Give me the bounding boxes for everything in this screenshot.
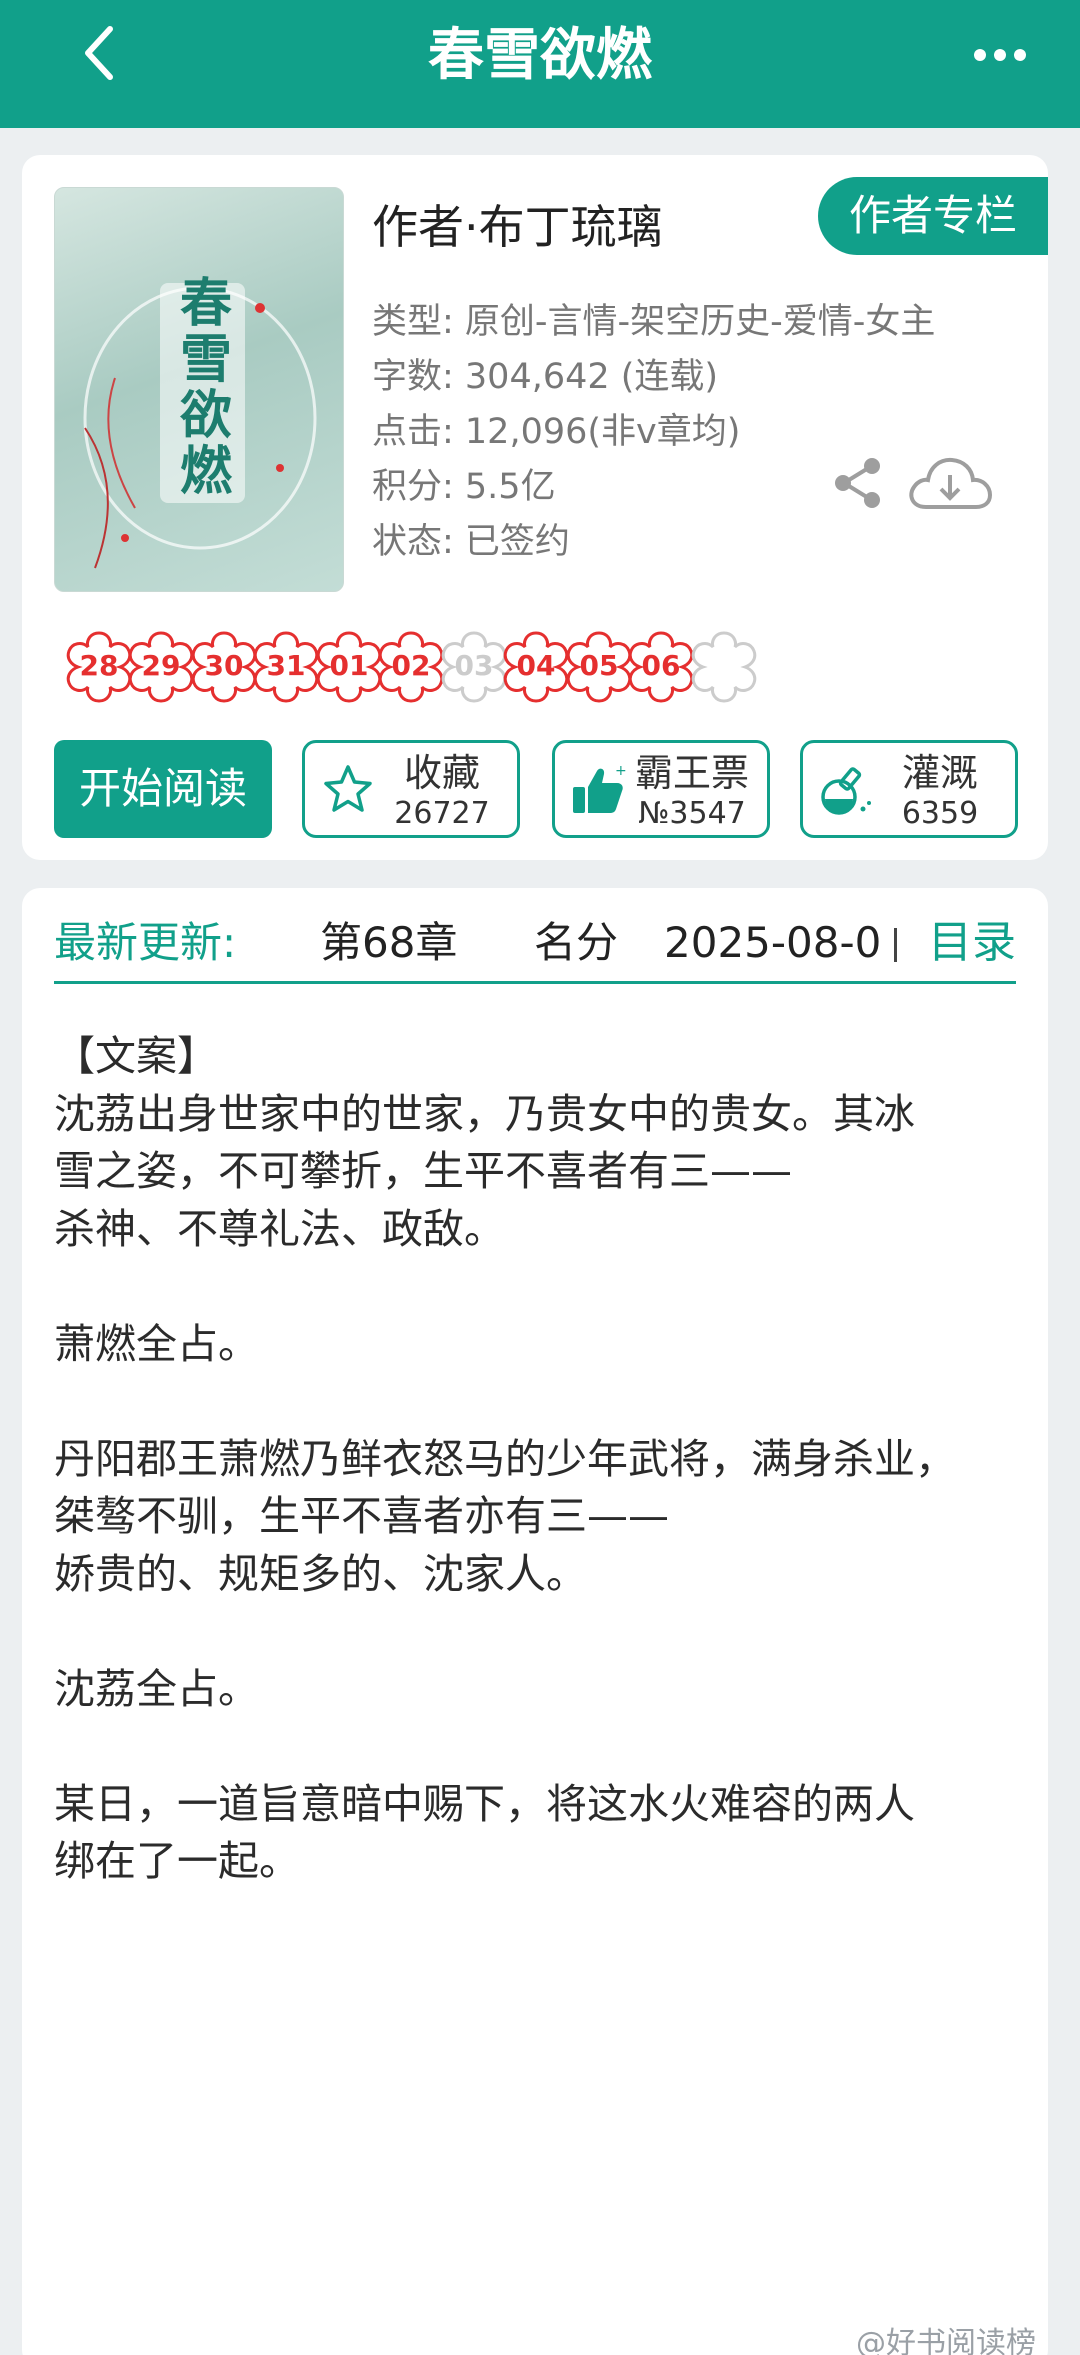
water-count: 6359 (901, 796, 979, 831)
vote-label: 霸王票 (634, 751, 749, 795)
thumbs-up-icon: + (573, 763, 627, 813)
synopsis-card: 最新更新: 第68章 名分 2025-08-0 目录 【文案】 沈荔出身世家中的… (22, 888, 1048, 2355)
author-name[interactable]: 作者·布丁琉璃 (372, 197, 663, 257)
app-header: 春雪欲燃 (0, 0, 1080, 128)
latest-chapter[interactable]: 第68章 (320, 902, 457, 984)
latest-update-bar[interactable]: 最新更新: 第68章 名分 2025-08-0 目录 (54, 902, 1016, 984)
description-line: 杀神、不尊礼法、政敌。 (54, 1204, 505, 1253)
favorite-count: 26727 (394, 796, 490, 831)
watermark: @好书阅读榜 (856, 2326, 1036, 2355)
favorite-label: 收藏 (403, 751, 480, 795)
more-button[interactable] (960, 20, 1040, 90)
description-line: 雪之姿，不可攀折，生平不喜者有三—— (54, 1147, 792, 1195)
table-of-contents-button[interactable]: 目录 (928, 902, 1016, 984)
description-blank-line (54, 1718, 1034, 1776)
start-reading-button[interactable]: 开始阅读 (54, 740, 272, 838)
meta-status: 状态: 已签约 (372, 522, 570, 562)
description-blank-line (54, 1603, 1034, 1661)
meta-word-count: 字数: 304,642 (连载) (372, 357, 719, 397)
description-line: 娇贵的、规矩多的、沈家人。 (54, 1549, 587, 1598)
book-meta: 类型: 原创-言情-架空历史-爱情-女主 字数: 304,642 (连载) 点击… (372, 295, 935, 570)
cloud-download-icon (909, 457, 993, 509)
page-title: 春雪欲燃 (428, 23, 652, 88)
description-line: 沈荔出身世家中的世家，乃贵女中的贵女。其冰 (54, 1089, 915, 1138)
more-dots-icon (974, 49, 1026, 61)
description-line: 沈荔全占。 (54, 1664, 259, 1713)
meta-genre: 类型: 原创-言情-架空历史-爱情-女主 (372, 302, 936, 342)
latest-update-label: 最新更新: (54, 918, 237, 967)
vote-button[interactable]: + 霸王票 №3547 (552, 740, 770, 838)
book-cover[interactable]: 春 雪 欲 燃 (54, 187, 344, 592)
share-button[interactable] (830, 455, 886, 511)
book-info-card: 春 雪 欲 燃 作者·布丁琉璃 作者专栏 类型: 原创-言情-架空历史-爱情-女… (22, 155, 1048, 860)
author-column-button[interactable]: 作者专栏 (818, 177, 1048, 255)
description-line: 【文案】 (54, 1032, 218, 1080)
latest-update-date: 2025-08-0 (664, 918, 880, 967)
favorite-button[interactable]: 收藏 26727 (302, 740, 520, 838)
description-blank-line (54, 1373, 1034, 1431)
description-line: 绑在了一起。 (54, 1837, 300, 1885)
star-icon (324, 765, 372, 812)
vote-count: №3547 (638, 796, 746, 831)
cover-title: 春 雪 欲 燃 (179, 273, 232, 502)
water-button[interactable]: 灌溉 6359 (800, 740, 1018, 838)
description-line: 萧燃全占。 (54, 1319, 259, 1368)
bottle-icon (821, 767, 871, 815)
download-button[interactable] (904, 451, 994, 515)
divider (894, 928, 897, 962)
meta-clicks: 点击: 12,096(非v章均) (372, 412, 741, 452)
update-calendar: 28 29 30 31 01 02 03 04 05 06 (60, 627, 1050, 707)
date-badge-partial (685, 627, 763, 705)
share-icon (835, 458, 880, 508)
description-line: 丹阳郡王萧燃乃鲜衣怒马的少年武将，满身杀业， (54, 1434, 956, 1483)
description-line: 桀骜不驯，生平不喜者亦有三—— (54, 1492, 669, 1540)
description-blank-line (54, 1258, 1034, 1316)
latest-chapter-name[interactable]: 名分 (534, 902, 618, 984)
book-description: 【文案】 沈荔出身世家中的世家，乃贵女中的贵女。其冰 雪之姿，不可攀折，生平不喜… (54, 1028, 1034, 1891)
water-label: 灌溉 (901, 751, 978, 795)
description-line: 某日，一道旨意暗中赐下，将这水火难容的两人 (54, 1779, 915, 1828)
